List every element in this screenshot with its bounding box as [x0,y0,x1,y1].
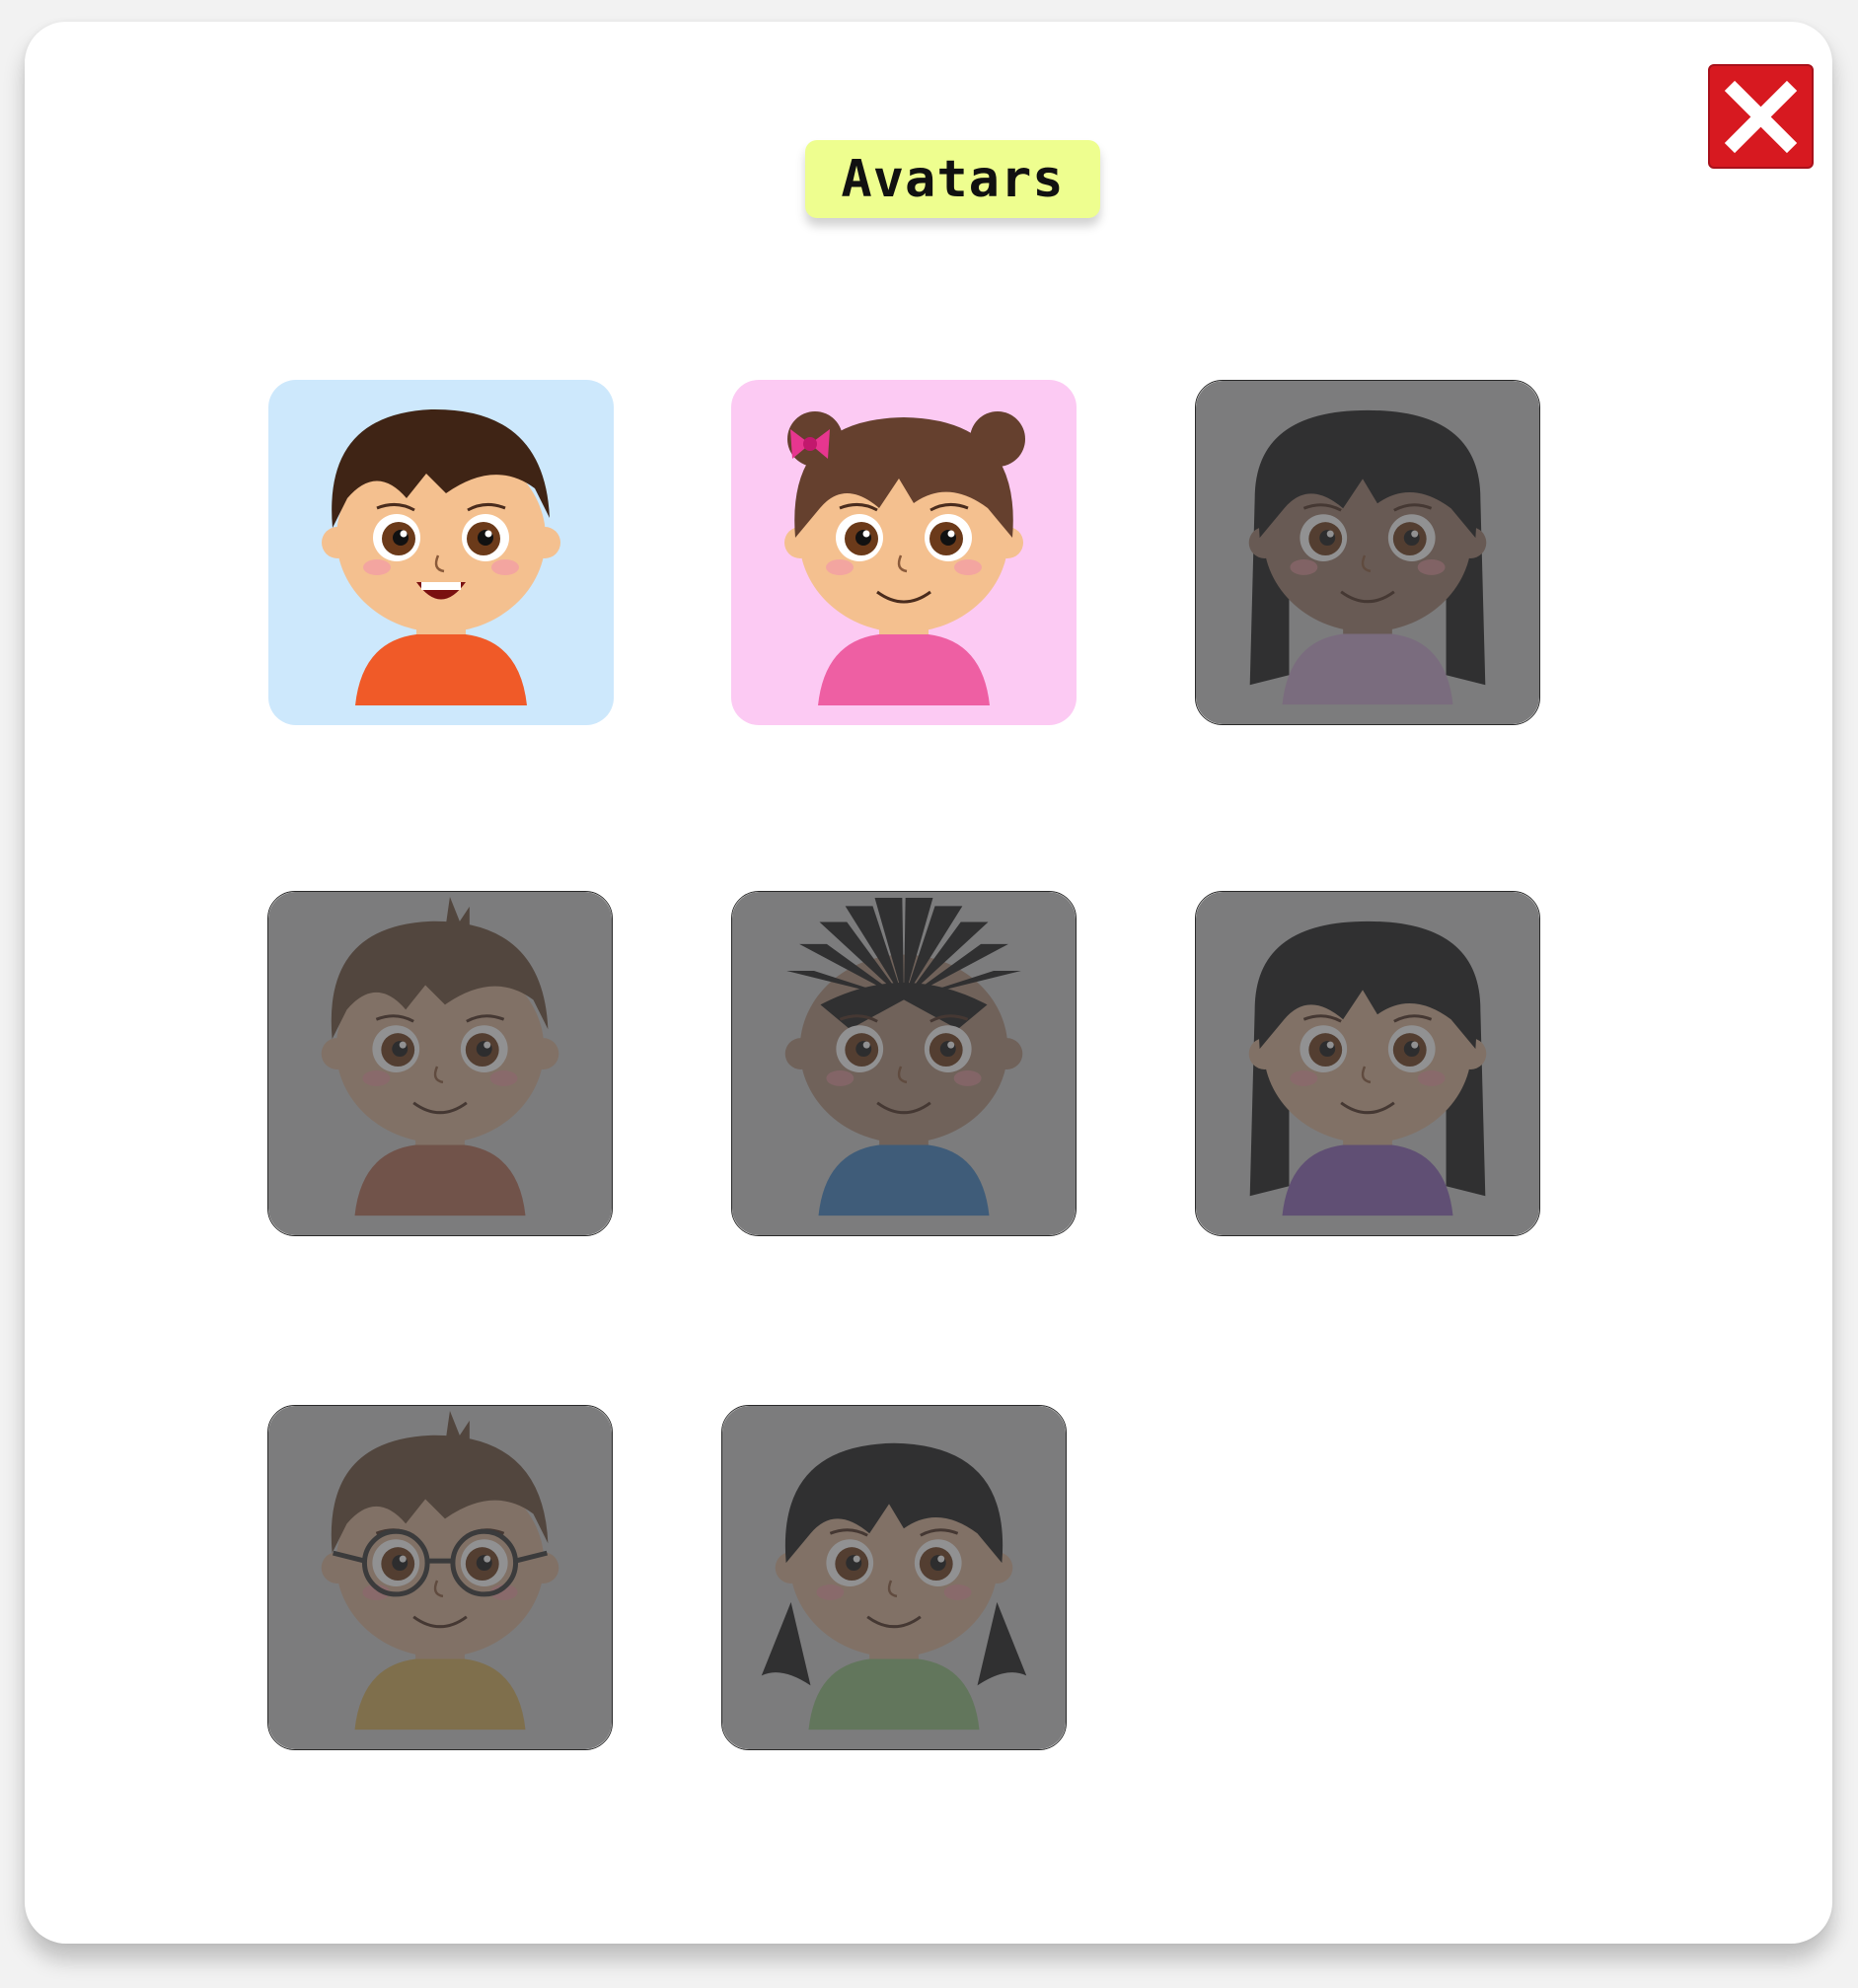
avatar-tile-boy-afro-spiky[interactable] [731,891,1077,1236]
avatar-tile-girl-long-hair-smile[interactable] [1195,891,1540,1236]
avatar-tile-girl-long-hair-dark[interactable] [1195,380,1540,725]
close-icon [1724,80,1798,154]
locked-overlay [1196,381,1539,724]
avatar-tile-boy-glasses[interactable] [267,1405,613,1750]
locked-overlay [722,1406,1066,1749]
avatar-illustration [268,380,614,725]
avatar-tile-girl-pigtails-bow[interactable] [731,380,1077,725]
locked-overlay [268,892,612,1235]
avatar-tile-boy-spiky[interactable] [267,891,613,1236]
page-title: Avatars [805,140,1100,218]
locked-overlay [268,1406,612,1749]
avatar-dialog: Avatars [25,22,1832,1944]
locked-overlay [1196,892,1539,1235]
close-button[interactable] [1708,64,1814,169]
avatar-illustration [731,380,1077,725]
avatar-tile-boy-red-shirt[interactable] [268,380,614,725]
locked-overlay [732,892,1076,1235]
avatar-tile-girl-pigtails-dark[interactable] [721,1405,1067,1750]
